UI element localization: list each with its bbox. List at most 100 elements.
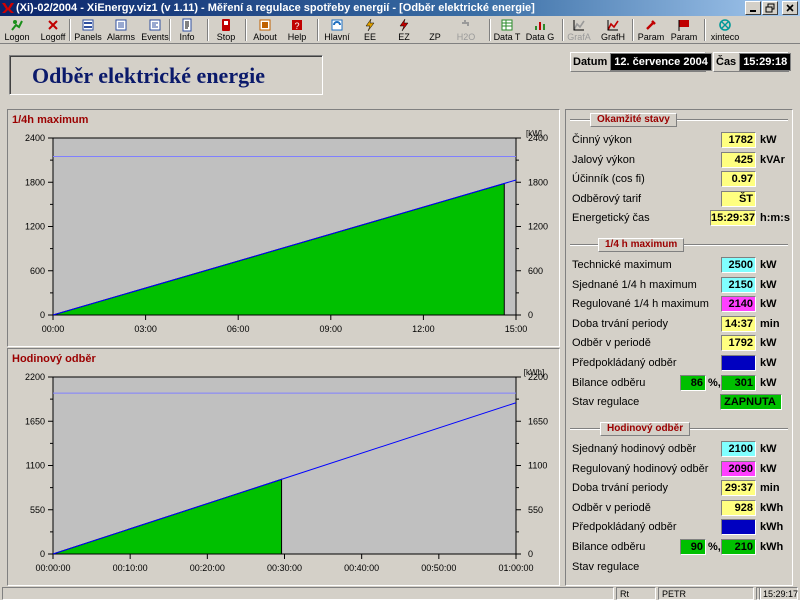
- toolbar-button-ez[interactable]: EZ: [395, 17, 413, 43]
- y-tick-label: 600: [30, 266, 45, 276]
- toolbar-button-label: Help: [287, 32, 307, 42]
- toolbar-button-param[interactable]: Param: [637, 17, 665, 43]
- toolbar-button-param-2[interactable]: Param: [670, 17, 698, 43]
- info-row: Sjednaný hodinový odběr 2100 kW: [566, 441, 794, 458]
- info-panel: Okamžité stavy Činný výkon 1782 kW Jalový vý…: [565, 109, 793, 586]
- toolbar-button-help[interactable]: ? Help: [285, 17, 309, 43]
- y-tick-label: 0: [40, 549, 45, 559]
- y-tick-label: 2400: [25, 133, 45, 143]
- lightning-icon: [399, 18, 409, 32]
- y-tick-label: 1800: [25, 177, 45, 187]
- close-button[interactable]: [782, 1, 798, 15]
- info-row-label: Sjednané 1/4 h maximum: [572, 278, 697, 291]
- info-row-unit: kW: [760, 134, 777, 146]
- about-icon: [259, 19, 271, 31]
- y-tick-label: 1200: [528, 222, 548, 232]
- info-row: Stav regulace: [566, 559, 794, 576]
- main-icon: [331, 19, 343, 31]
- info-row-label: Energetický čas: [572, 212, 650, 225]
- toolbar-button-logon[interactable]: Logon: [2, 17, 32, 43]
- info-row-label: Stav regulace: [572, 396, 640, 409]
- toolbar-button-logoff[interactable]: Logoff: [36, 17, 70, 43]
- date-display: Datum 12. července 2004: [570, 52, 712, 72]
- toolbar-button-zp[interactable]: ZP: [426, 17, 444, 43]
- info-row: Odběr v periodě 1792 kW: [566, 335, 794, 352]
- toolbar-button-stop[interactable]: Stop: [214, 17, 238, 43]
- toolbar-separator: [489, 19, 491, 41]
- flag-icon: [678, 20, 689, 31]
- info-row-unit: kWh: [760, 521, 784, 534]
- info-row-label: Účinník (cos fi): [572, 173, 645, 186]
- info-row-unit: kW: [760, 443, 777, 455]
- panels-icon: [82, 19, 94, 31]
- info-row-unit: kVAr: [760, 153, 785, 166]
- date-label: Datum: [573, 56, 608, 68]
- toolbar-button-h2o[interactable]: H2O: [456, 17, 476, 43]
- balance-percent-unit: %,: [708, 541, 721, 553]
- toolbar-button-data-g[interactable]: Data G: [525, 17, 555, 43]
- toolbar-button-ee[interactable]: EE: [361, 17, 379, 43]
- x-tick-label: 03:00: [134, 324, 157, 334]
- toolbar-separator: [317, 19, 319, 41]
- toolbar-button-label: Stop: [216, 32, 236, 42]
- info-row-unit: kWh: [760, 541, 784, 553]
- info-row-unit: kW: [760, 357, 777, 369]
- toolbar-button-label: About: [253, 32, 277, 42]
- toolbar: Logon Logoff Panels Alarms Events Info Stop Abo…: [0, 16, 800, 44]
- x-tick-label: 00:00: [42, 324, 65, 334]
- status-bar: Rt PETR 15:29:17: [0, 586, 800, 600]
- y-tick-label: 1100: [26, 461, 45, 471]
- toolbar-separator: [245, 19, 247, 41]
- toolbar-button-data-t[interactable]: Data T: [493, 17, 521, 43]
- stop-icon: [222, 19, 230, 31]
- x-tick-label: 01:00:00: [498, 563, 533, 573]
- info-row-unit: h:m:s: [760, 212, 790, 225]
- chart-svg: 0 0600 6001200 12001800 18002400 240000:00 03:…: [25, 129, 548, 334]
- info-row-value: 2100: [721, 441, 756, 457]
- info-row: Sjednané 1/4 h maximum 2150 kW: [566, 276, 794, 294]
- toolbar-button-grafa[interactable]: GrafA: [567, 17, 591, 43]
- info-row: Doba trvání periody 29:37 min: [566, 480, 794, 497]
- svg-text:?: ?: [294, 21, 299, 31]
- info-row-value: 2500: [721, 257, 756, 273]
- toolbar-button-events[interactable]: Events: [138, 17, 172, 43]
- y-tick-label: 2200: [25, 372, 45, 382]
- toolbar-button-grafh[interactable]: GrafH: [599, 17, 627, 43]
- toolbar-button-label: GrafA: [567, 32, 591, 42]
- info-row-label: Technické maximum: [572, 259, 672, 271]
- logon-icon: [11, 20, 23, 31]
- info-row-value: 928: [721, 499, 756, 516]
- info-row: Regulované 1/4 h maximum 2140 kW: [566, 296, 794, 313]
- minimize-button[interactable]: [745, 1, 761, 15]
- x-tick-label: 15:00: [505, 324, 528, 334]
- graph-icon: [573, 20, 585, 31]
- y-tick-label: 0: [528, 310, 533, 320]
- window-title: (Xi)-02/2004 - XiEnergy.viz1 (v 1.11) - …: [16, 2, 535, 14]
- toolbar-button-label: Events: [141, 32, 169, 42]
- x-tick-label: 09:00: [320, 324, 343, 334]
- info-row-label: Činný výkon: [572, 134, 632, 146]
- toolbar-button-info[interactable]: Info: [176, 17, 198, 43]
- lightning-icon: [365, 18, 375, 32]
- alarms-icon: [115, 19, 127, 31]
- chart-svg: 0 0550 5501100 11001650 16502200 220000:00:00…: [25, 368, 548, 573]
- current-state-section-title: Okamžité stavy: [590, 113, 677, 127]
- toolbar-button-xinteco[interactable]: xinteco: [709, 17, 741, 43]
- toolbar-button-hlavn-[interactable]: Hlavní: [322, 17, 352, 43]
- toolbar-button-panels[interactable]: Panels: [73, 17, 103, 43]
- info-row-value: 0.97: [721, 171, 756, 188]
- table-icon: [501, 19, 513, 31]
- toolbar-button-label: GrafH: [600, 32, 625, 42]
- time-display: Čas 15:29:18: [713, 52, 792, 72]
- toolbar-button-about[interactable]: About: [250, 17, 280, 43]
- info-row-label: Doba trvání periody: [572, 482, 668, 495]
- y-tick-label: 1100: [528, 461, 547, 471]
- y-tick-label: 550: [30, 505, 45, 515]
- info-row-value: 1782: [721, 132, 756, 148]
- quarter-hour-chart: 1/4h maximum 0 0 600 600 1200 1200 1800 1800 240…: [7, 109, 560, 347]
- toolbar-button-alarms[interactable]: Alarms: [106, 17, 136, 43]
- page-title: Odběr elektrické energie: [32, 63, 265, 88]
- time-value: 15:29:18: [739, 53, 792, 71]
- y-tick-label: 550: [528, 505, 543, 515]
- restore-button[interactable]: [762, 1, 778, 15]
